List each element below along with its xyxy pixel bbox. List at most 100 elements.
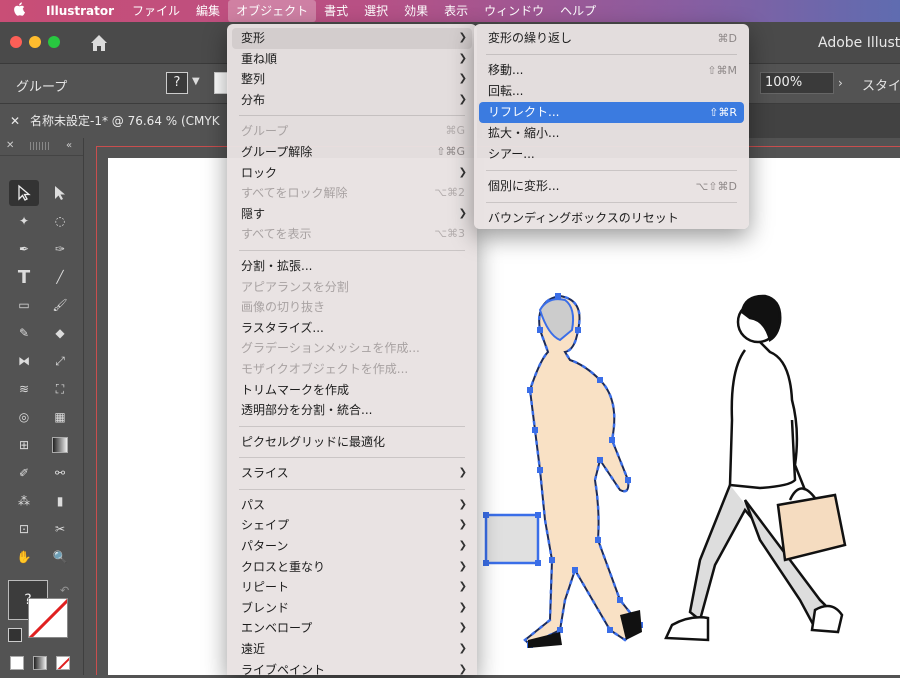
gradient-tool-icon[interactable]	[45, 432, 75, 458]
eyedropper-tool-icon[interactable]: ✐	[9, 460, 39, 486]
zoom-tool-icon[interactable]: 🔍	[45, 544, 75, 570]
shaper-tool-icon[interactable]: ✎	[9, 320, 39, 346]
default-colors-icon[interactable]	[8, 628, 22, 642]
object-menu-item[interactable]: ピクセルグリッドに最適化	[227, 432, 477, 453]
scale-tool-icon[interactable]: ⤢	[45, 348, 75, 374]
object-menu-item-label: グラデーションメッシュを作成...	[241, 341, 420, 356]
collapse-icon[interactable]: «	[66, 140, 72, 151]
color-mode-icon[interactable]	[10, 656, 24, 670]
menu-object[interactable]: オブジェクト	[228, 0, 317, 22]
swap-colors-icon[interactable]: ↶	[60, 584, 69, 597]
transform-submenu-item[interactable]: シアー...	[474, 144, 749, 165]
hand-tool-icon[interactable]: ✋	[9, 544, 39, 570]
object-menu-item[interactable]: シェイプ ❯	[227, 515, 477, 536]
type-tool-icon[interactable]: T	[9, 264, 39, 290]
zoom-window-button[interactable]	[48, 36, 60, 48]
object-menu-item[interactable]: 整列 ❯	[227, 69, 477, 90]
style-label: スタイル	[862, 79, 900, 94]
transform-submenu-item[interactable]: バウンディングボックスのリセット	[474, 208, 749, 229]
object-menu-item-label: グループ	[241, 124, 289, 139]
transform-submenu-item[interactable]: 変形の繰り返し ⌘D	[474, 28, 749, 49]
slice-tool-icon[interactable]: ✂	[45, 516, 75, 542]
eraser-tool-icon[interactable]: ◆	[45, 320, 75, 346]
chevron-down-icon[interactable]: ▼	[192, 76, 200, 87]
menu-type[interactable]: 書式	[316, 0, 356, 22]
object-menu-item[interactable]: エンベロープ ❯	[227, 618, 477, 639]
blend-tool-icon[interactable]: ⚯	[45, 460, 75, 486]
chevron-right-icon: ❯	[458, 560, 467, 572]
direct-selection-tool-icon[interactable]	[45, 180, 75, 206]
apple-icon[interactable]	[0, 2, 38, 20]
artboard-tool-icon[interactable]: ⊡	[9, 516, 39, 542]
close-icon[interactable]: ✕	[0, 104, 30, 138]
symbol-sprayer-tool-icon[interactable]: ⁂	[9, 488, 39, 514]
paintbrush-tool-icon[interactable]: 🖌	[45, 292, 75, 318]
object-menu-item[interactable]: 分割・拡張...	[227, 256, 477, 277]
free-transform-tool-icon[interactable]: ⛶	[45, 376, 75, 402]
rectangle-tool-icon[interactable]: ▭	[9, 292, 39, 318]
width-tool-icon[interactable]: ≋	[9, 376, 39, 402]
pen-tool-icon[interactable]: ✒	[9, 236, 39, 262]
reflect-tool-icon[interactable]: ⧓	[9, 348, 39, 374]
fill-swatch[interactable]: ?	[166, 72, 188, 94]
document-tab[interactable]: ✕ 名称未設定-1* @ 76.64 % (CMYK	[0, 104, 240, 138]
menu-edit[interactable]: 編集	[188, 0, 228, 22]
chevron-right-icon: ❯	[458, 622, 467, 634]
object-menu-item[interactable]: パス ❯	[227, 495, 477, 516]
menu-file[interactable]: ファイル	[124, 0, 188, 22]
close-window-button[interactable]	[10, 36, 22, 48]
shape-builder-tool-icon[interactable]: ◎	[9, 404, 39, 430]
object-menu-item[interactable]: クロスと重なり ❯	[227, 557, 477, 578]
object-menu-item[interactable]: 遠近 ❯	[227, 639, 477, 660]
object-menu-item[interactable]: 透明部分を分割・統合...	[227, 400, 477, 421]
object-menu-item[interactable]: リピート ❯	[227, 577, 477, 598]
gradient-mode-icon[interactable]	[33, 656, 47, 670]
object-menu-item[interactable]: 隠す ❯	[227, 204, 477, 225]
magic-wand-tool-icon[interactable]: ✦	[9, 208, 39, 234]
object-menu-item[interactable]: 変形 ❯	[232, 28, 472, 49]
menu-window[interactable]: ウィンドウ	[476, 0, 552, 22]
object-menu-item[interactable]: 分布 ❯	[227, 90, 477, 111]
menu-effect[interactable]: 効果	[396, 0, 436, 22]
object-menu-item[interactable]: ブレンド ❯	[227, 598, 477, 619]
menu-view[interactable]: 表示	[436, 0, 476, 22]
shortcut-label: ⇧⌘M	[707, 64, 737, 77]
menu-select[interactable]: 選択	[356, 0, 396, 22]
object-menu-item-label: 隠す	[241, 206, 266, 221]
menu-separator	[239, 488, 465, 490]
transform-submenu-item[interactable]: 拡大・縮小...	[474, 123, 749, 144]
object-menu-item[interactable]: パターン ❯	[227, 536, 477, 557]
chevron-right-icon[interactable]: ›	[838, 76, 843, 90]
column-graph-tool-icon[interactable]: ▮	[45, 488, 75, 514]
transform-submenu-item[interactable]: 個別に変形... ⌥⇧⌘D	[474, 176, 749, 197]
minimize-window-button[interactable]	[29, 36, 41, 48]
object-menu-item[interactable]: スライス ❯	[227, 463, 477, 484]
grip-icon[interactable]	[30, 142, 50, 150]
selection-tool-icon[interactable]	[9, 180, 39, 206]
menu-separator	[239, 115, 465, 117]
close-icon[interactable]: ✕	[6, 140, 14, 151]
menu-app-name[interactable]: Illustrator	[38, 0, 124, 22]
transform-submenu-item[interactable]: 回転...	[474, 81, 749, 102]
walking-person-figure	[664, 294, 847, 642]
object-menu-item[interactable]: ロック ❯	[227, 163, 477, 184]
object-menu-item-label: クロスと重なり	[241, 559, 326, 574]
menu-help[interactable]: ヘルプ	[552, 0, 604, 22]
transform-submenu-item[interactable]: 移動... ⇧⌘M	[474, 60, 749, 81]
mesh-tool-icon[interactable]: ⊞	[9, 432, 39, 458]
curvature-tool-icon[interactable]: ✑	[45, 236, 75, 262]
line-tool-icon[interactable]: ╱	[45, 264, 75, 290]
lasso-tool-icon[interactable]: ◌	[45, 208, 75, 234]
opacity-input[interactable]: 100%	[760, 72, 834, 94]
object-menu-item[interactable]: グループ解除 ⇧⌘G	[227, 142, 477, 163]
home-icon[interactable]	[88, 32, 110, 54]
stroke-swatch[interactable]	[214, 72, 228, 94]
perspective-grid-tool-icon[interactable]: ▦	[45, 404, 75, 430]
object-menu-item[interactable]: ラスタライズ...	[227, 318, 477, 339]
transform-submenu-item[interactable]: リフレクト... ⇧⌘R	[479, 102, 744, 123]
object-menu-item[interactable]: ライブペイント ❯	[227, 660, 477, 675]
object-menu-item[interactable]: トリムマークを作成	[227, 380, 477, 401]
object-menu-item[interactable]: 重ね順 ❯	[227, 49, 477, 70]
none-mode-icon[interactable]	[56, 656, 70, 670]
stroke-color-box[interactable]	[28, 598, 68, 638]
